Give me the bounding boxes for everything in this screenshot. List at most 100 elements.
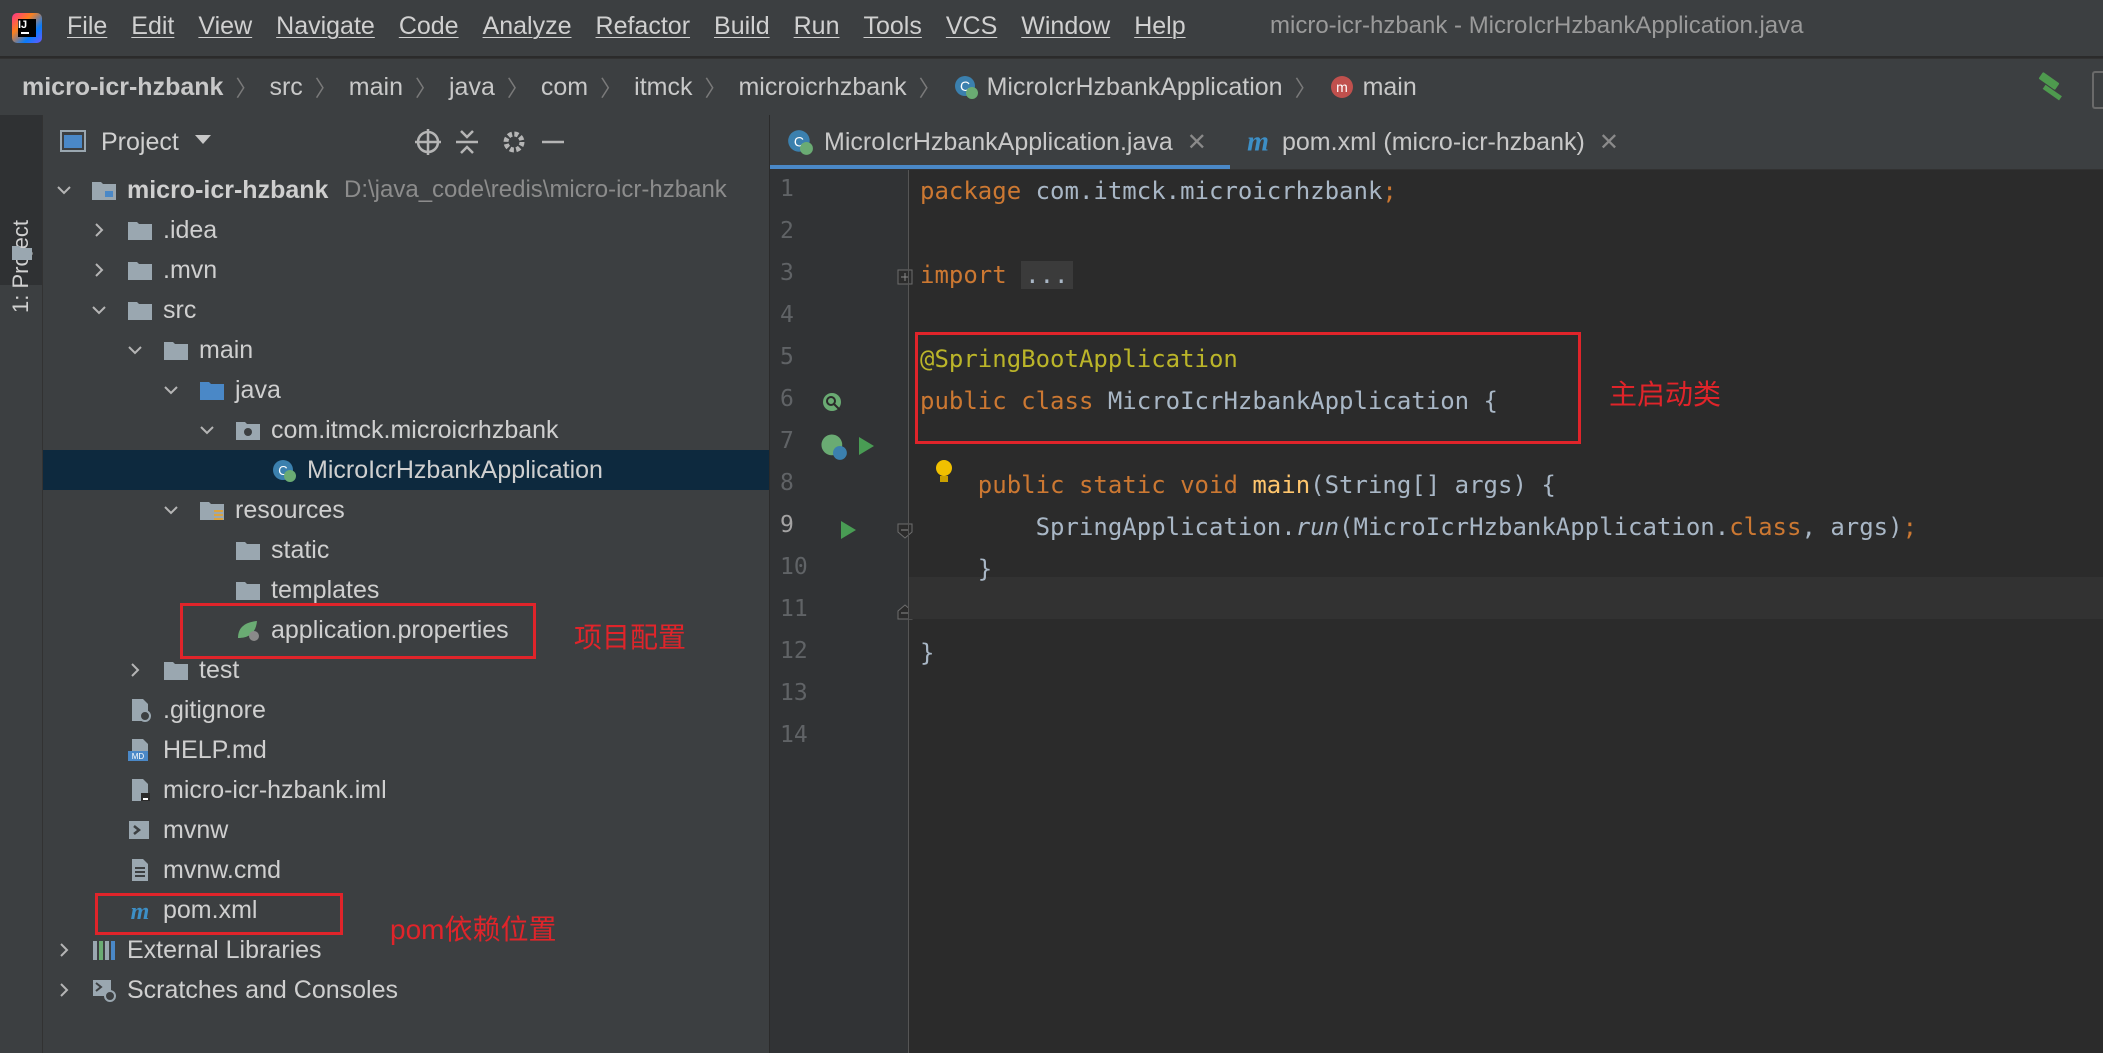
folder-icon — [12, 246, 32, 260]
chevron-down-icon[interactable] — [126, 341, 144, 359]
pom-highlight-box — [95, 893, 343, 935]
line-number: 8 — [780, 470, 794, 496]
breadcrumb-java[interactable]: java — [449, 73, 495, 102]
breadcrumb-separator-icon: 〉 — [600, 76, 623, 101]
breadcrumb-src[interactable]: src — [269, 73, 302, 102]
spring-bean-icon[interactable] — [820, 390, 846, 416]
locate-target-icon[interactable] — [413, 127, 443, 157]
tree-item-help-md[interactable]: MD HELP.md — [43, 730, 769, 770]
menu-navigate[interactable]: Navigate — [276, 12, 375, 41]
folded-imports[interactable]: ... — [1021, 261, 1073, 289]
code-token: (String[] args) { — [1310, 471, 1556, 499]
gear-icon[interactable] — [499, 127, 529, 157]
breadcrumb-itmck[interactable]: itmck — [634, 73, 692, 102]
tree-item-label: static — [271, 536, 330, 564]
tree-item-main-class[interactable]: C MicroIcrHzbankApplication — [43, 450, 769, 490]
menu-code[interactable]: Code — [399, 12, 459, 41]
tree-item-mvn[interactable]: .mvn — [43, 250, 769, 290]
breadcrumb-separator-icon: 〉 — [506, 76, 529, 101]
line-number: 4 — [780, 302, 794, 328]
collapse-all-icon[interactable] — [452, 127, 482, 157]
breadcrumb-method-item[interactable]: m main — [1329, 73, 1417, 102]
tree-item-package[interactable]: com.itmck.microicrhzbank — [43, 410, 769, 450]
tree-item-label: mvnw — [163, 816, 229, 844]
spring-bean-icon[interactable] — [818, 431, 848, 461]
breadcrumb-main[interactable]: main — [349, 73, 403, 102]
close-icon[interactable]: ✕ — [1599, 128, 1619, 157]
code-line: } — [920, 632, 2100, 674]
chevron-down-icon[interactable] — [90, 301, 108, 319]
tree-item-iml[interactable]: micro-icr-hzbank.iml — [43, 770, 769, 810]
menu-view[interactable]: View — [198, 12, 252, 41]
chevron-right-icon[interactable] — [55, 981, 73, 999]
code-token: SpringApplication. — [1035, 513, 1296, 541]
line-number: 13 — [780, 680, 808, 706]
build-hammer-icon[interactable] — [2035, 71, 2069, 103]
menu-build[interactable]: Build — [714, 12, 770, 41]
intellij-logo-icon: IJ — [12, 13, 42, 43]
stripe-project-button[interactable]: 1: Project — [0, 115, 42, 313]
config-note: 项目配置 — [574, 622, 687, 653]
tab-main-class[interactable]: C MicroIcrHzbankApplication.java ✕ — [786, 115, 1207, 169]
close-icon[interactable]: ✕ — [1187, 128, 1207, 157]
tree-item-label: MicroIcrHzbankApplication — [307, 456, 603, 484]
tree-item-gitignore[interactable]: .gitignore — [43, 690, 769, 730]
tree-item-src[interactable]: src — [43, 290, 769, 330]
tab-pom[interactable]: m pom.xml (micro-icr-hzbank) ✕ — [1244, 115, 1619, 169]
chevron-down-icon[interactable] — [198, 421, 216, 439]
fold-collapse-icon[interactable] — [896, 522, 914, 540]
line-number: 6 — [780, 386, 794, 412]
breadcrumb-com[interactable]: com — [541, 73, 588, 102]
toolbar-dropdown-edge[interactable] — [2092, 71, 2103, 109]
menu-analyze[interactable]: Analyze — [483, 12, 572, 41]
line-number: 12 — [780, 638, 808, 664]
lightbulb-icon[interactable] — [932, 458, 956, 486]
tree-item-mvnw[interactable]: mvnw — [43, 810, 769, 850]
menu-run[interactable]: Run — [794, 12, 840, 41]
menu-refactor[interactable]: Refactor — [596, 12, 690, 41]
module-file-icon — [132, 779, 150, 801]
chevron-down-icon[interactable] — [162, 381, 180, 399]
code-token: package — [920, 177, 1022, 205]
tree-item-static[interactable]: static — [43, 530, 769, 570]
breadcrumb-class-item[interactable]: C MicroIcrHzbankApplication — [953, 73, 1283, 102]
chevron-right-icon[interactable] — [90, 221, 108, 239]
text-file-icon — [132, 859, 148, 881]
chevron-right-icon[interactable] — [126, 661, 144, 679]
tree-item-resources[interactable]: resources — [43, 490, 769, 530]
line-number: 3 — [780, 260, 794, 286]
run-icon[interactable] — [837, 519, 859, 541]
menu-window[interactable]: Window — [1021, 12, 1110, 41]
breadcrumb-separator-icon: 〉 — [414, 76, 437, 101]
tree-item-scratches[interactable]: Scratches and Consoles — [43, 970, 769, 1010]
tree-item-mvnw-cmd[interactable]: mvnw.cmd — [43, 850, 769, 890]
minimize-icon[interactable] — [538, 127, 568, 157]
tree-item-idea[interactable]: .idea — [43, 210, 769, 250]
code-token: com.itmck.microicrhzbank — [1021, 177, 1383, 205]
project-panel-title[interactable]: Project — [101, 128, 179, 157]
menu-edit[interactable]: Edit — [131, 12, 174, 41]
chevron-down-icon[interactable] — [55, 181, 73, 199]
line-number: 10 — [780, 554, 808, 580]
tree-item-label: java — [235, 376, 281, 404]
run-icon[interactable] — [855, 435, 877, 457]
menu-vcs[interactable]: VCS — [946, 12, 997, 41]
menu-help[interactable]: Help — [1134, 12, 1185, 41]
tree-item-java[interactable]: java — [43, 370, 769, 410]
tree-item-label: .mvn — [163, 256, 218, 284]
folder-icon — [128, 302, 152, 320]
tree-item-main[interactable]: main — [43, 330, 769, 370]
code-token: (MicroIcrHzbankApplication. — [1339, 513, 1730, 541]
tree-item-root[interactable]: micro-icr-hzbank D:\java_code\redis\micr… — [43, 170, 769, 210]
chevron-down-icon[interactable] — [162, 501, 180, 519]
breadcrumb-project[interactable]: micro-icr-hzbank — [22, 73, 223, 102]
menu-file[interactable]: File — [67, 12, 107, 41]
tree-item-label: micro-icr-hzbank — [127, 176, 329, 204]
menu-tools[interactable]: Tools — [863, 12, 921, 41]
breadcrumb-package[interactable]: microicrhzbank — [738, 73, 906, 102]
fold-expand-icon[interactable] — [896, 268, 914, 286]
markdown-file-icon: MD — [128, 739, 148, 761]
chevron-down-icon[interactable] — [195, 135, 211, 144]
chevron-right-icon[interactable] — [55, 941, 73, 959]
chevron-right-icon[interactable] — [90, 261, 108, 279]
